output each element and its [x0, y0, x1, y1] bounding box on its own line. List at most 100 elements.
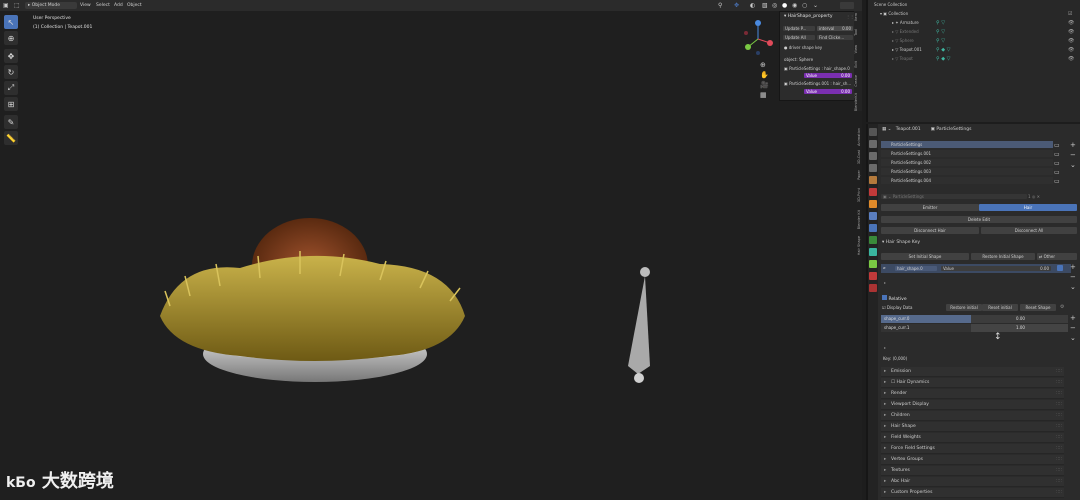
display-data-checkbox[interactable]: ☑ Display Data [882, 305, 912, 310]
navigation-gizmo[interactable] [740, 19, 776, 59]
hair-button[interactable]: Hair [979, 204, 1077, 211]
reset-initial-button[interactable]: Reset initial [982, 304, 1018, 311]
drag-handle-icon[interactable]: ∷∷ [1056, 433, 1062, 443]
reset-shape-button[interactable]: Reset Shape [1020, 304, 1056, 311]
expand-icon[interactable]: ▸ [884, 280, 886, 285]
tab-blenderkit[interactable]: BlenderKit [854, 93, 862, 111]
interval-field[interactable]: interval 0.00 [817, 26, 853, 31]
object-tab-icon[interactable] [869, 200, 877, 208]
table-row[interactable]: shape_curr.0 0.00 [881, 315, 1068, 323]
list-item[interactable]: ParticleSettings.001 [881, 150, 1053, 157]
menu-select[interactable]: Select [93, 2, 113, 9]
outliner-row-collection[interactable]: ▾ ▣ Collection [880, 10, 908, 18]
drag-handle-icon[interactable]: ∷∷ [1056, 367, 1062, 377]
drag-handle-icon[interactable]: ⋮⋮ [846, 14, 854, 19]
list-vis-icons[interactable]: ▭ ▭ ▭ ▭ ▭ [1054, 141, 1064, 186]
hair-shape-key-header[interactable]: ▾ Hair Shape Key [882, 240, 920, 245]
move-icon[interactable]: ✥ [4, 49, 18, 63]
disconnect-hair-button[interactable]: Disconnect Hair [881, 227, 979, 234]
pan-icon[interactable]: ✋ [760, 71, 769, 79]
list-item[interactable]: ParticleSettings.003 [881, 168, 1053, 175]
ps1-value-slider[interactable]: Value 0.00 [804, 73, 852, 78]
teapot-breadcrumb[interactable]: Teapot.001 [896, 127, 921, 132]
select-icon[interactable]: ↖ [4, 15, 18, 29]
find-clicked-button[interactable]: Find Clicke... [817, 35, 853, 40]
panel-title[interactable]: ▾ HairShape_property [784, 14, 833, 19]
tab-hair-shape[interactable]: Hair Shape [857, 236, 865, 255]
overlay-icon[interactable]: ◐ [750, 2, 755, 9]
tool-tab-icon[interactable] [869, 128, 877, 136]
list-item[interactable]: ParticleSettings.002 [881, 159, 1053, 166]
tab-view[interactable]: View [854, 45, 862, 53]
section-render[interactable]: Render ∷∷ [881, 389, 1064, 399]
section-hair-shape[interactable]: Hair Shape ∷∷ [881, 422, 1064, 432]
shape-rows-add-remove[interactable]: + − ⌄ [1070, 313, 1076, 343]
annotate-icon[interactable]: ✎ [4, 115, 18, 129]
shape-key-value-field[interactable]: Value 0.00 [941, 266, 1051, 271]
section-force-field-settings[interactable]: Force Field Settings ∷∷ [881, 444, 1064, 454]
xray-icon[interactable]: ▧ [762, 2, 768, 9]
update-all-button[interactable]: Update All [783, 35, 815, 40]
shape-key-add-remove[interactable]: + − ⌄ [1070, 262, 1076, 292]
outliner-row-sphere[interactable]: ▸ ▽ Sphere [892, 37, 914, 45]
scale-icon[interactable]: ⤢ [4, 81, 18, 95]
shape-key-checkbox[interactable] [1057, 265, 1063, 271]
set-initial-shape-button[interactable]: Set Initial Shape [881, 253, 969, 260]
world-tab-icon[interactable] [869, 188, 877, 196]
section-custom-properties[interactable]: Custom Properties ∷∷ [881, 488, 1064, 498]
display-options-icon[interactable]: ⚙ [1060, 304, 1064, 310]
constraint-tab-icon[interactable] [869, 248, 877, 256]
ps2-value-slider[interactable]: Value 0.00 [804, 89, 852, 94]
table-row[interactable]: shape_curr.1 1.00 [881, 324, 1068, 332]
drag-handle-icon[interactable]: ∷∷ [1056, 400, 1062, 410]
drag-handle-icon[interactable]: ∷∷ [1056, 444, 1062, 454]
render-tab-icon[interactable] [869, 140, 877, 148]
list-item[interactable]: ParticleSettings [881, 141, 1053, 148]
delete-edit-button[interactable]: Delete Edit [881, 216, 1077, 223]
restore-initial-shape-button[interactable]: Restore Initial Shape [971, 253, 1035, 260]
shading-solid-icon[interactable]: ● [782, 2, 787, 9]
section-textures[interactable]: Textures ∷∷ [881, 466, 1064, 476]
armature-bone[interactable] [620, 266, 660, 391]
visibility-toggles[interactable]: ☑ 👁 👁 👁 👁 👁 [1068, 10, 1074, 64]
particlesettings-breadcrumb[interactable]: ParticleSettings [936, 127, 971, 132]
section-abc-hair[interactable]: Abc Hair ∷∷ [881, 477, 1064, 487]
drag-handle-icon[interactable]: ∷∷ [1056, 389, 1062, 399]
editor-type-icon[interactable]: ▣ [3, 2, 10, 9]
gizmo-icon[interactable]: ✥ [734, 2, 739, 9]
transform-icon[interactable]: ⊞ [4, 97, 18, 111]
section-hair-dynamics[interactable]: ☐ Hair Dynamics∷∷ [881, 378, 1064, 388]
shading-rendered-icon[interactable]: ○ [802, 2, 807, 9]
outliner-row-teapot[interactable]: ▸ ▽ Teapot [892, 55, 913, 63]
texture-tab-icon[interactable] [869, 284, 877, 292]
material-tab-icon[interactable] [869, 272, 877, 280]
grid-icon[interactable]: ▦ [760, 91, 767, 99]
view-layer-tab-icon[interactable] [869, 164, 877, 172]
shading-material-icon[interactable]: ◉ [792, 2, 797, 9]
section-children[interactable]: Children ∷∷ [881, 411, 1064, 421]
relative-checkbox[interactable]: Relative [882, 295, 907, 302]
physics-tab-icon[interactable] [869, 236, 877, 244]
outliner-row-teapot001[interactable]: ▸ ▽ Teapot.001 [892, 46, 922, 54]
menu-view[interactable]: View [77, 2, 94, 9]
drag-handle-icon[interactable]: ∷∷ [1056, 477, 1062, 487]
shading-options-icon[interactable]: ⌄ [813, 2, 818, 9]
output-tab-icon[interactable] [869, 152, 877, 160]
section-field-weights[interactable]: Field Weights ∷∷ [881, 433, 1064, 443]
viewport-option-button[interactable] [840, 2, 854, 9]
other-dropdown[interactable]: ⇄ Other [1037, 253, 1077, 260]
rotate-icon[interactable]: ↻ [4, 65, 18, 79]
tab-animation[interactable]: Animation [857, 128, 865, 146]
data-tab-icon[interactable] [869, 260, 877, 268]
scene-tab-icon[interactable] [869, 176, 877, 184]
outliner-row-extended[interactable]: ▸ ▽ Extended [892, 28, 919, 36]
tab-create[interactable]: Create [854, 75, 862, 87]
update-button[interactable]: Update P... [783, 26, 815, 31]
drag-handle-icon[interactable]: ∷∷ [1056, 378, 1062, 388]
menu-object[interactable]: Object [124, 2, 145, 9]
tab-edit[interactable]: Edit [854, 61, 862, 68]
drag-handle-icon[interactable]: ∷∷ [1056, 488, 1062, 498]
tab-3dprint[interactable]: 3D-Print [857, 188, 865, 202]
3d-viewport[interactable]: User Perspective (1) Collection | Teapot… [0, 11, 862, 500]
disconnect-all-button[interactable]: Disconnect All [981, 227, 1077, 234]
